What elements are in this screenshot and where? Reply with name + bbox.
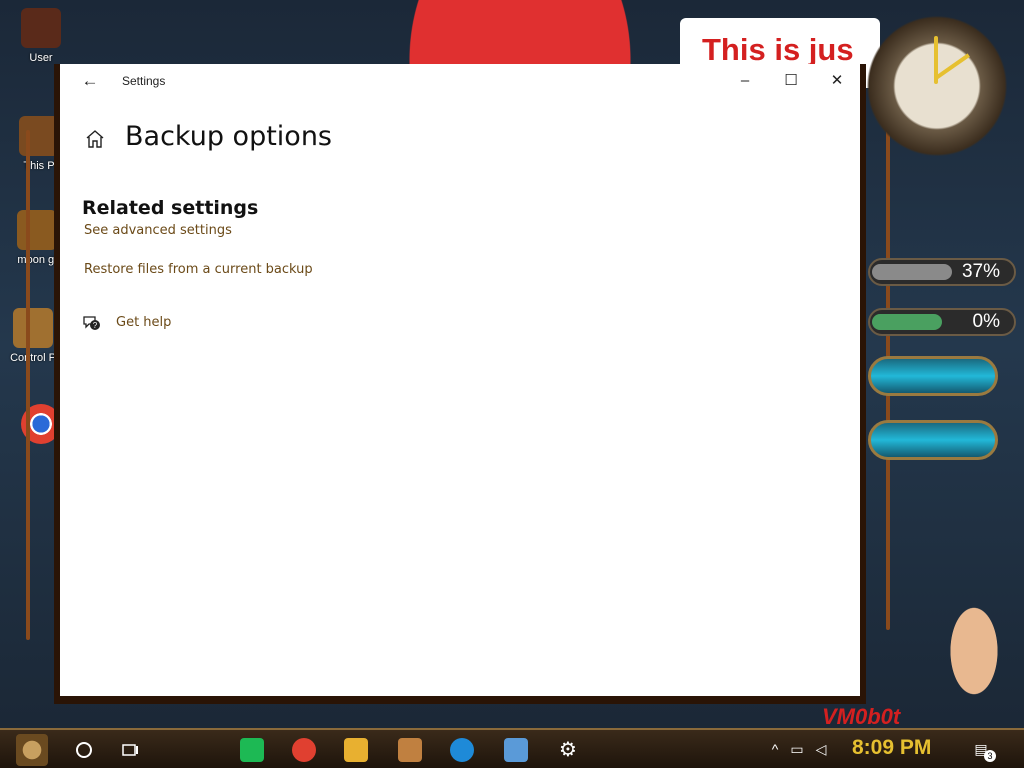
- get-help-link[interactable]: Get help: [116, 315, 171, 330]
- title-bar[interactable]: ← Settings – ☐ ✕: [60, 64, 860, 98]
- tube-meter-2: [868, 420, 998, 460]
- file-explorer-icon[interactable]: [344, 738, 368, 762]
- settings-window-content: ← Settings – ☐ ✕ Backup options Related …: [60, 64, 860, 696]
- vm-watermark-text: VM0b0t: [822, 704, 901, 729]
- back-button[interactable]: ←: [74, 68, 106, 94]
- close-button[interactable]: ✕: [814, 64, 860, 98]
- network-icon[interactable]: ▭: [788, 740, 806, 758]
- taskbar: ⚙ ^ ▭ ◁ 8:09 PM ▤ 3: [0, 728, 1024, 768]
- steampunk-clock-widget: [862, 6, 1012, 166]
- settings-window: ← Settings – ☐ ✕ Backup options Related …: [54, 64, 866, 704]
- spotify-icon[interactable]: [240, 738, 264, 762]
- recycle-bin-icon: [17, 210, 57, 250]
- cpu-gauge: 37%: [868, 258, 1016, 286]
- app-title: Settings: [122, 74, 166, 88]
- desktop-icon-user[interactable]: User: [12, 8, 70, 64]
- show-hidden-icons-chevron-icon[interactable]: ^: [766, 740, 784, 758]
- chrome-taskbar-icon[interactable]: [292, 738, 316, 762]
- memory-gauge: 0%: [868, 308, 1016, 336]
- user-folder-icon: [21, 8, 61, 48]
- minimize-button[interactable]: –: [722, 64, 768, 98]
- help-icon: ?: [82, 313, 102, 333]
- see-advanced-settings-link[interactable]: See advanced settings: [84, 223, 232, 238]
- page-title: Backup options: [125, 121, 332, 152]
- remote-desktop-icon[interactable]: [504, 738, 528, 762]
- paint-icon[interactable]: [398, 738, 422, 762]
- desktop-icon-label: moon gl: [17, 254, 57, 266]
- edge-icon[interactable]: [450, 738, 474, 762]
- start-button[interactable]: [16, 734, 48, 766]
- related-settings-heading: Related settings: [82, 197, 259, 219]
- maximize-button[interactable]: ☐: [768, 64, 814, 98]
- clock-time[interactable]: 8:09 PM: [852, 736, 931, 760]
- tube-meter-1: [868, 356, 998, 396]
- task-view-button[interactable]: [114, 734, 146, 766]
- cpu-gauge-fill: [872, 264, 952, 280]
- search-button[interactable]: [68, 734, 100, 766]
- control-panel-icon: [13, 308, 53, 348]
- decorative-rail-left: [26, 130, 30, 640]
- computer-icon: [19, 116, 59, 156]
- home-icon[interactable]: [84, 128, 106, 150]
- notification-count-badge: 3: [984, 750, 996, 762]
- cpu-gauge-percent: 37%: [961, 261, 1000, 282]
- volume-muted-icon[interactable]: ◁: [812, 740, 830, 758]
- memory-gauge-percent: 0%: [972, 311, 1000, 332]
- desktop-icon-label: Control P: [10, 352, 56, 364]
- svg-text:?: ?: [93, 321, 98, 330]
- restore-files-link[interactable]: Restore files from a current backup: [84, 262, 313, 277]
- memory-gauge-fill: [872, 314, 942, 330]
- desktop-icon-label: User: [29, 52, 53, 64]
- hamster-image: [944, 606, 1004, 706]
- settings-gear-icon[interactable]: ⚙: [556, 738, 580, 762]
